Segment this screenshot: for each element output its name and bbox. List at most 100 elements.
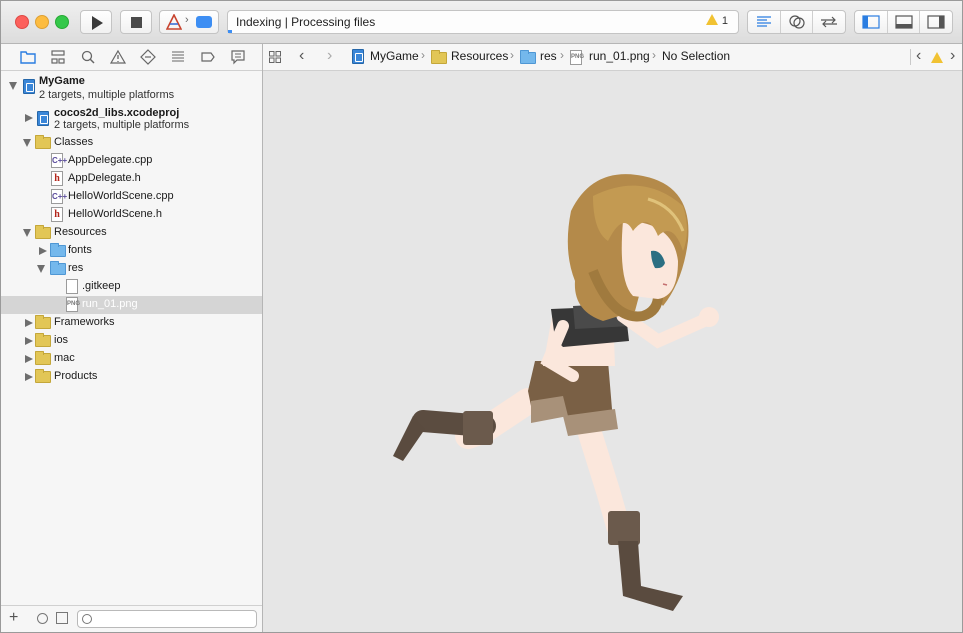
next-issue-button[interactable]: › [950, 47, 955, 65]
disclosure-open-icon[interactable] [9, 82, 17, 90]
header-file-icon: h [51, 207, 63, 222]
navigator-filter-input[interactable] [77, 610, 257, 628]
right-panel-icon [927, 15, 945, 29]
jumpbar-item-resources[interactable]: Resources [451, 49, 508, 63]
tree-item-mac[interactable]: mac [1, 350, 262, 368]
navigator-footer: + [1, 605, 262, 632]
toggle-debug-area-button[interactable] [888, 11, 921, 33]
bottom-panel-icon [894, 15, 913, 29]
disclosure-open-icon[interactable] [23, 229, 31, 237]
tree-item-ios[interactable]: ios [1, 332, 262, 350]
tree-item-fonts[interactable]: fonts [1, 242, 262, 260]
item-label: run_01.png [82, 298, 138, 310]
hierarchy-icon[interactable] [49, 48, 67, 66]
close-window-button[interactable] [15, 15, 29, 29]
folder-icon [35, 315, 51, 329]
tree-item-helloworldscene-h[interactable]: h HelloWorldScene.h [1, 206, 262, 224]
folder-icon [35, 369, 51, 383]
disclosure-closed-icon[interactable] [25, 373, 33, 381]
xcodeproj-icon [23, 79, 35, 94]
related-items-grid-icon[interactable] [269, 51, 281, 63]
disclosure-closed-icon[interactable] [25, 355, 33, 363]
tree-item-appdelegate-cpp[interactable]: C++ AppDelegate.cpp [1, 152, 262, 170]
tree-item-resources[interactable]: Resources [1, 224, 262, 242]
jumpbar-item-no-selection[interactable]: No Selection [662, 49, 730, 63]
tree-item-classes[interactable]: Classes [1, 134, 262, 152]
scm-status-icon[interactable] [56, 612, 68, 624]
jumpbar-item-res[interactable]: res [540, 49, 557, 63]
image-file-icon: PNG [570, 50, 584, 65]
tree-item-res[interactable]: res [1, 260, 262, 278]
header-file-icon: h [51, 171, 63, 186]
item-label: fonts [68, 244, 92, 256]
search-icon[interactable] [79, 48, 97, 66]
jumpbar-item-run-01-png[interactable]: run_01.png [589, 49, 650, 63]
warning-count-badge[interactable]: 1 [705, 14, 728, 27]
warning-icon [705, 14, 718, 25]
folder-icon[interactable] [19, 48, 37, 66]
editor-mode-control [747, 10, 846, 34]
editor-area: ‹ › MyGame › Resources › res › PNG run_0… [263, 44, 962, 632]
activity-viewer: Indexing | Processing files 1 [227, 10, 739, 34]
debug-list-icon[interactable] [169, 48, 187, 66]
blue-folder-icon [50, 243, 66, 257]
disclosure-open-icon[interactable] [23, 139, 31, 147]
image-file-icon: PNG [66, 297, 80, 312]
blue-folder-icon [50, 261, 66, 275]
folder-icon [35, 351, 51, 365]
forward-button[interactable]: › [327, 47, 332, 65]
jumpbar-divider [910, 49, 911, 65]
chevron-right-icon: › [510, 48, 514, 62]
tree-item-gitkeep[interactable]: .gitkeep [1, 278, 262, 296]
warning-icon[interactable] [931, 52, 943, 63]
breakpoint-icon[interactable] [199, 48, 217, 66]
chevron-right-icon: › [421, 48, 425, 62]
item-label: mac [54, 352, 75, 364]
xcodeproj-icon [352, 49, 364, 64]
tree-item-appdelegate-h[interactable]: h AppDelegate.h [1, 170, 262, 188]
warning-count: 1 [721, 15, 728, 27]
chevron-right-icon: › [185, 14, 189, 26]
item-label: res [68, 262, 84, 274]
recent-files-icon[interactable] [37, 613, 48, 624]
disclosure-closed-icon[interactable] [25, 319, 33, 327]
item-label: HelloWorldScene.h [68, 208, 162, 220]
minimize-window-button[interactable] [35, 15, 49, 29]
standard-editor-button[interactable] [748, 11, 781, 33]
previous-issue-button[interactable]: ‹ [916, 47, 921, 65]
warning-icon[interactable] [109, 48, 127, 66]
item-label: ios [54, 334, 69, 346]
toggle-utilities-button[interactable] [920, 11, 952, 33]
cpp-file-icon: C++ [51, 153, 67, 168]
jumpbar-item-mygame[interactable]: MyGame [370, 49, 419, 63]
disclosure-open-icon[interactable] [37, 265, 45, 273]
assistant-editor-button[interactable] [781, 11, 814, 33]
back-button[interactable]: ‹ [299, 47, 304, 65]
tree-item-products[interactable]: Products [1, 368, 262, 386]
stop-button[interactable] [120, 10, 152, 34]
tree-item-helloworldscene-cpp[interactable]: C++ HelloWorldScene.cpp [1, 188, 262, 206]
disclosure-closed-icon[interactable] [25, 337, 33, 345]
activity-progress-bar [228, 30, 232, 33]
tree-item-cocos2d-libs[interactable]: cocos2d_libs.xcodeproj 2 targets, multip… [1, 107, 262, 133]
toolbar: › Indexing | Processing files 1 [1, 1, 962, 44]
disclosure-closed-icon[interactable] [25, 114, 33, 122]
item-label: Classes [54, 136, 94, 148]
device-icon [196, 16, 212, 28]
tree-item-mygame[interactable]: MyGame 2 targets, multiple platforms [1, 75, 262, 101]
tree-item-run-01-png[interactable]: PNG run_01.png [1, 296, 262, 314]
project-name: MyGame [39, 75, 85, 87]
log-bubble-icon[interactable] [229, 48, 247, 66]
disclosure-closed-icon[interactable] [39, 247, 47, 255]
test-diamond-icon[interactable] [139, 48, 157, 66]
tree-item-frameworks[interactable]: Frameworks [1, 314, 262, 332]
version-editor-button[interactable] [813, 11, 845, 33]
toggle-navigator-button[interactable] [855, 11, 888, 33]
run-button[interactable] [80, 10, 112, 34]
chevron-right-icon: › [652, 48, 656, 62]
view-toggle-control [854, 10, 953, 34]
scheme-selector[interactable]: › [159, 10, 219, 34]
cpp-file-icon: C++ [51, 189, 67, 204]
add-file-button[interactable]: + [9, 609, 18, 627]
zoom-window-button[interactable] [55, 15, 69, 29]
